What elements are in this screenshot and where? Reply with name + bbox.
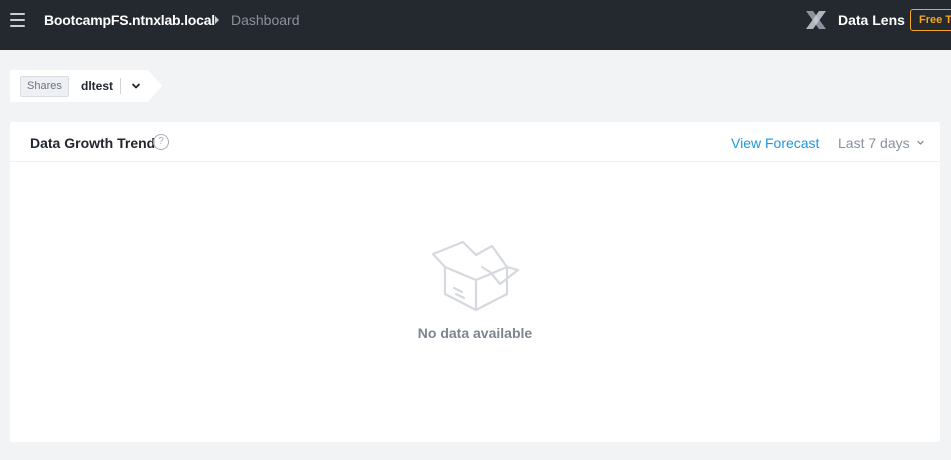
- breadcrumb-current-page: Dashboard: [231, 12, 300, 28]
- time-range-label: Last 7 days: [838, 135, 910, 151]
- question-circle-icon[interactable]: ?: [153, 134, 169, 150]
- top-header: BootcampFS.ntnxlab.local Dashboard Data …: [0, 0, 951, 50]
- view-forecast-link[interactable]: View Forecast: [731, 135, 819, 151]
- chevron-down-icon: [916, 140, 924, 145]
- nutanix-x-logo: [806, 11, 826, 29]
- share-selector[interactable]: Shares dltest: [10, 70, 162, 102]
- panel-header: Data Growth Trend ? View Forecast Last 7…: [10, 122, 940, 162]
- product-name: Data Lens: [838, 12, 905, 28]
- breadcrumb-caret-icon: [215, 16, 219, 24]
- cluster-name-link[interactable]: BootcampFS.ntnxlab.local: [44, 12, 215, 28]
- empty-state-message: No data available: [417, 325, 533, 341]
- panel-title: Data Growth Trend: [30, 135, 156, 151]
- time-range-dropdown[interactable]: Last 7 days: [838, 135, 924, 151]
- share-divider: [120, 78, 121, 94]
- chevron-down-icon[interactable]: [130, 79, 142, 93]
- shares-tag: Shares: [20, 76, 69, 97]
- selected-share-value[interactable]: dltest: [81, 79, 113, 93]
- empty-box-icon: [431, 240, 520, 312]
- hamburger-menu-icon[interactable]: [10, 13, 25, 27]
- data-growth-trend-panel: Data Growth Trend ? View Forecast Last 7…: [10, 122, 940, 442]
- free-trial-badge[interactable]: Free Trial: [910, 9, 951, 31]
